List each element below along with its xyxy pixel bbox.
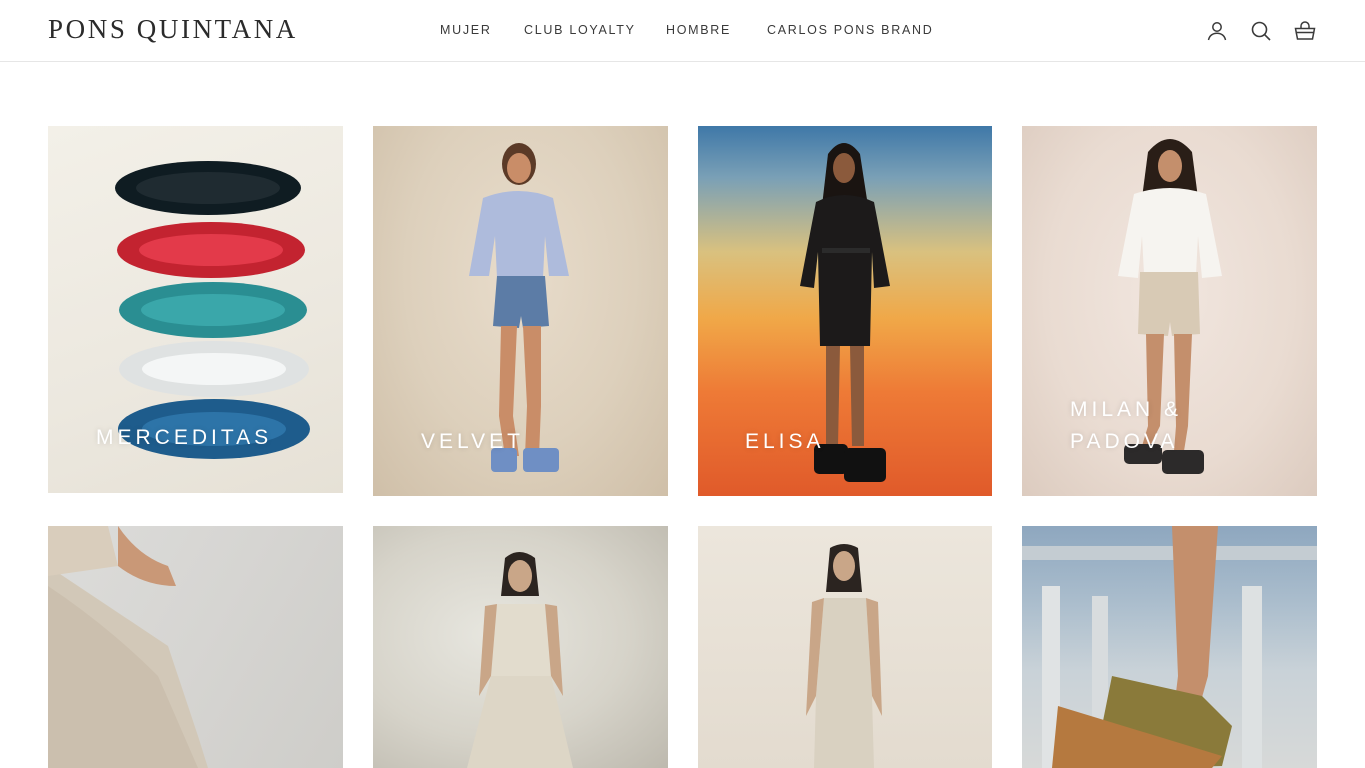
search-icon[interactable]: [1249, 19, 1273, 43]
card-image: [48, 526, 208, 768]
card-image: [467, 552, 573, 768]
card-label: VELVET: [421, 430, 524, 453]
card-milan-padova[interactable]: MILAN & PADOVA: [1022, 126, 1317, 496]
nav-item-club-loyalty[interactable]: CLUB LOYALTY: [524, 23, 636, 37]
nav-item-hombre[interactable]: HOMBRE: [666, 23, 731, 37]
card-label: ELISA: [745, 430, 825, 453]
card-elisa[interactable]: ELISA: [698, 126, 992, 496]
main-nav: MUJER CLUB LOYALTY HOMBRE CARLOS PONS BR…: [0, 23, 1365, 39]
card-linen-set[interactable]: [373, 526, 668, 768]
site-header: PONS QUINTANA MUJER CLUB LOYALTY HOMBRE …: [0, 0, 1365, 62]
card-image: [806, 544, 882, 768]
card-merceditas[interactable]: MERCEDITAS: [48, 126, 343, 493]
card-linen-dress[interactable]: [48, 526, 343, 768]
nav-item-carlos-pons-brand[interactable]: CARLOS PONS BRAND: [767, 23, 933, 37]
card-image: [1022, 526, 1317, 768]
card-wedge-sandal[interactable]: [1022, 526, 1317, 768]
header-actions: [1205, 19, 1317, 43]
nav-item-mujer[interactable]: MUJER: [440, 23, 492, 37]
card-label: MERCEDITAS: [96, 426, 273, 449]
account-icon[interactable]: [1205, 19, 1229, 43]
card-label: MILAN & PADOVA: [1070, 398, 1183, 453]
card-image: [800, 143, 890, 482]
card-velvet[interactable]: VELVET: [373, 126, 668, 496]
cart-icon[interactable]: [1293, 19, 1317, 43]
card-linen-jumpsuit[interactable]: [698, 526, 992, 768]
